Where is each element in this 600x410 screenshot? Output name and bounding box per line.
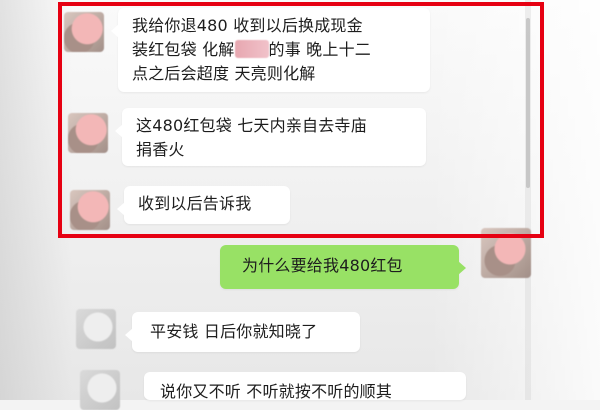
redaction-mark: [234, 40, 269, 58]
message-line: 平安钱 日后你就知晓了: [150, 322, 318, 341]
contact-avatar-icon[interactable]: [76, 309, 116, 349]
contact-avatar-icon[interactable]: [80, 370, 120, 410]
blurred-self-avatar-icon: [481, 228, 531, 278]
message-line: 捐香火: [136, 140, 185, 159]
incoming-message-bubble[interactable]: 我给你退480 收到以后换成现金 装红包袋 化解 的事 晚上十二 点之后会超度 天…: [111, 8, 430, 92]
contact-avatar-icon[interactable]: [70, 190, 110, 230]
blurred-avatar-icon: [70, 190, 110, 230]
message-text-before-redaction: 装红包袋 化解: [132, 40, 235, 59]
message-line: 这480红包袋 七天内亲自去寺庙: [136, 116, 367, 135]
message-line: 说你又不听 不听就按不听的顺其: [160, 382, 393, 400]
contact-avatar-icon[interactable]: [64, 12, 104, 52]
message-line: 收到以后告诉我: [138, 194, 252, 213]
message-line: 我给你退480 收到以后换成现金: [132, 16, 363, 35]
self-avatar-icon[interactable]: [481, 228, 531, 278]
message-line-with-redaction: 装红包袋 化解 的事 晚上十二: [132, 38, 420, 62]
outgoing-message-bubble[interactable]: 为什么要给我480红包: [220, 245, 466, 289]
incoming-message-bubble[interactable]: 收到以后告诉我: [117, 186, 290, 224]
blurred-avatar-icon: [76, 309, 116, 349]
message-line: 点之后会超度 天亮则化解: [132, 64, 316, 83]
incoming-message-bubble[interactable]: 说你又不听 不听就按不听的顺其: [144, 372, 466, 400]
chat-scrollbar[interactable]: [525, 0, 531, 400]
message-text-after-redaction: 的事 晚上十二: [268, 40, 371, 59]
blurred-avatar-icon: [64, 12, 104, 52]
chat-scrollbar-thumb[interactable]: [526, 18, 530, 188]
photo-right-glare: [430, 0, 600, 400]
incoming-message-bubble[interactable]: 这480红包袋 七天内亲自去寺庙 捐香火: [115, 108, 426, 166]
incoming-message-bubble[interactable]: 平安钱 日后你就知晓了: [125, 312, 360, 352]
message-line: 为什么要给我480红包: [242, 256, 403, 275]
blurred-avatar-icon: [80, 370, 120, 410]
contact-avatar-icon[interactable]: [68, 113, 108, 153]
blurred-avatar-icon: [68, 113, 108, 153]
photo-left-shadow: [0, 0, 72, 400]
